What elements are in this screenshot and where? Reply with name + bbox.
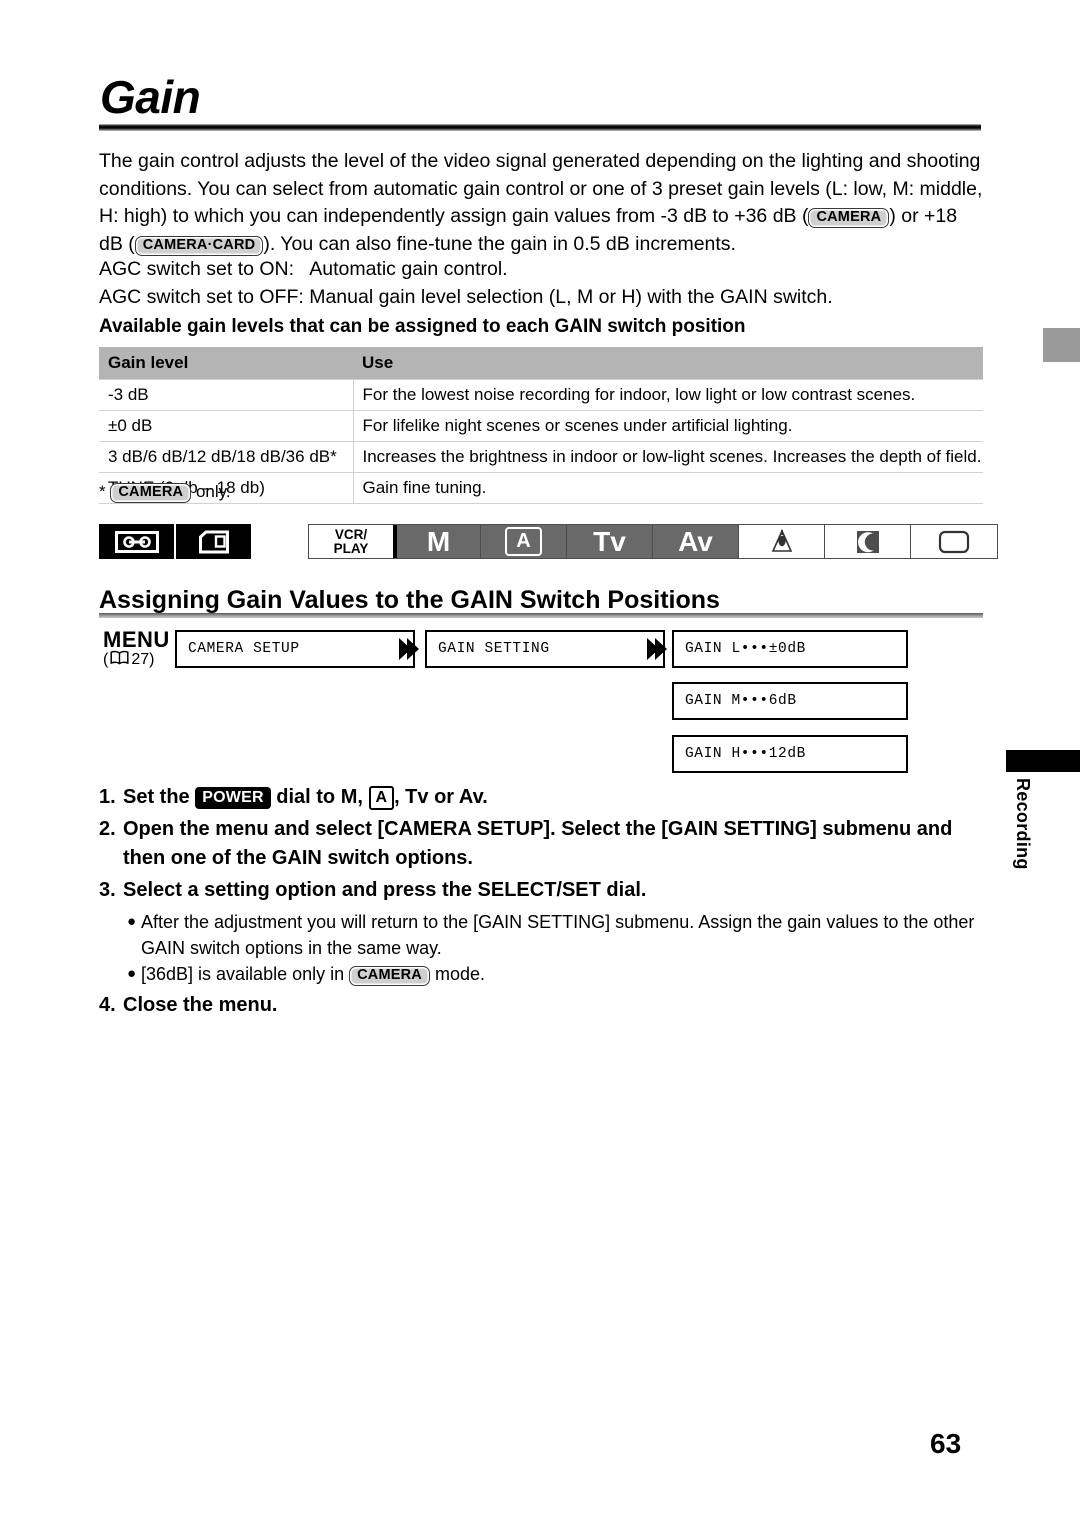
cell-gain-level: -3 dB — [99, 379, 353, 411]
step-1-text-a: Set the — [123, 786, 190, 808]
step-4-number: 4. — [99, 994, 116, 1016]
flow-arrow-icon — [407, 638, 419, 660]
mode-easy — [911, 525, 997, 558]
mode-a-label: A — [505, 527, 542, 556]
cell-use: For the lowest noise recording for indoo… — [352, 379, 983, 411]
cell-gain-level: ±0 dB — [99, 410, 353, 442]
intro-text-part3: ). You can also fine-tune the gain in 0.… — [263, 232, 736, 255]
card-icon — [174, 524, 251, 559]
camera-badge: CAMERA — [808, 208, 890, 228]
step-3-number: 3. — [99, 879, 116, 901]
agc-on-line: AGC switch set to ON: Automatic gain con… — [99, 258, 508, 280]
section-tab-marker — [1006, 750, 1080, 772]
agc-off-line: AGC switch set to OFF: Manual gain level… — [99, 286, 833, 308]
gain-levels-table: Gain level Use -3 dB For the lowest nois… — [99, 347, 983, 504]
bullet-2-text: [36dB] is available only in CAMERA mode. — [141, 961, 485, 987]
mode-tv: Tv — [567, 525, 653, 558]
step-1: 1. Set the POWER dial to M, A, Tv or Av. — [99, 783, 983, 812]
step-2: 2. Open the menu and select [CAMERA SETU… — [99, 815, 983, 873]
mode-spotlight — [739, 525, 825, 558]
cell-use: Gain fine tuning. — [352, 472, 983, 504]
menu-box-gain-l[interactable]: GAIN L•••±0dB — [672, 630, 908, 668]
mode-vcr-play: VCR/ PLAY — [309, 525, 397, 558]
menu-box-gain-h[interactable]: GAIN H•••12dB — [672, 735, 908, 773]
table-heading: Available gain levels that can be assign… — [99, 316, 746, 337]
agc-description: AGC switch set to ON: Automatic gain con… — [99, 255, 983, 311]
step-3: 3. Select a setting option and press the… — [99, 876, 983, 905]
page-title: Gain — [100, 71, 201, 123]
power-badge: POWER — [195, 787, 271, 809]
bullet-dot-icon: ● — [127, 965, 137, 982]
table-row: ±0 dB For lifelike night scenes or scene… — [99, 410, 983, 442]
bullet-dot-icon: ● — [127, 913, 137, 930]
instruction-steps: 1. Set the POWER dial to M, A, Tv or Av.… — [99, 783, 983, 1023]
cell-use: For lifelike night scenes or scenes unde… — [352, 410, 983, 442]
mode-indicator-bar: VCR/ PLAY M A Tv Av — [308, 524, 998, 559]
step-4-text: Close the menu. — [123, 994, 278, 1016]
intro-paragraph: The gain control adjusts the level of th… — [99, 148, 983, 258]
section-tab-label: Recording — [1013, 778, 1033, 870]
step-1-text-b: dial to M, — [276, 786, 363, 808]
mode-m: M — [397, 525, 481, 558]
book-icon — [110, 650, 129, 670]
menu-box-gain-setting[interactable]: GAIN SETTING — [425, 630, 665, 668]
step-3-text: Select a setting option and press the SE… — [123, 879, 647, 901]
bullet-2-text-a: [36dB] is available only in — [141, 964, 345, 984]
manual-page: Gain The gain control adjusts the level … — [0, 0, 1080, 1526]
chapter-tab-marker — [1043, 328, 1080, 362]
column-header-use: Use — [353, 347, 983, 380]
flow-arrow-icon — [655, 638, 667, 660]
cell-use: Increases the brightness in indoor or lo… — [352, 441, 983, 473]
list-item: ● After the adjustment you will return t… — [99, 909, 983, 961]
cell-gain-level: 3 dB/6 dB/12 dB/18 dB/36 dB* — [99, 441, 353, 473]
column-header-gain-level: Gain level — [99, 347, 353, 380]
bullet-1-text: After the adjustment you will return to … — [141, 912, 975, 958]
mode-a-badge: A — [368, 786, 395, 810]
menu-box-camera-setup[interactable]: CAMERA SETUP — [175, 630, 415, 668]
step-4: 4. Close the menu. — [99, 991, 983, 1020]
step-1-text: Set the POWER dial to M, A, Tv or Av. — [123, 783, 983, 812]
step-1-text-c: , Tv or Av. — [394, 786, 488, 808]
list-item: ● [36dB] is available only in CAMERA mod… — [99, 961, 983, 987]
table-footnote: * CAMERA only. — [99, 482, 231, 503]
page-number: 63 — [930, 1428, 962, 1459]
step-3-notes: ● After the adjustment you will return t… — [99, 909, 983, 987]
vcr-line2: PLAY — [333, 540, 369, 556]
title-rule — [99, 124, 981, 131]
bullet-2-text-b: mode. — [435, 964, 486, 984]
camera-badge: CAMERA — [110, 483, 192, 503]
camera-card-badge: CAMERA·CARD — [134, 235, 264, 256]
mode-night — [825, 525, 911, 558]
camera-badge: CAMERA — [349, 966, 430, 986]
step-1-number: 1. — [99, 786, 116, 808]
section-rule — [99, 613, 983, 618]
section-heading: Assigning Gain Values to the GAIN Switch… — [99, 586, 720, 614]
vcr-line1: VCR/ — [334, 526, 368, 542]
mode-a: A — [481, 525, 567, 558]
menu-ref-page: 27) — [131, 651, 155, 668]
media-type-indicator — [99, 524, 251, 559]
step-2-number: 2. — [99, 818, 116, 840]
tape-icon — [99, 524, 174, 559]
menu-page-reference: ( 27) — [103, 650, 154, 670]
menu-box-gain-m[interactable]: GAIN M•••6dB — [672, 682, 908, 720]
mode-av: Av — [653, 525, 739, 558]
table-row: -3 dB For the lowest noise recording for… — [99, 379, 983, 411]
menu-ref-open: ( — [103, 651, 109, 668]
table-row: 3 dB/6 dB/12 dB/18 dB/36 dB* Increases t… — [99, 441, 983, 473]
step-2-text: Open the menu and select [CAMERA SETUP].… — [123, 818, 953, 869]
table-row: TUNE (0 db – 18 db) Gain fine tuning. — [99, 472, 983, 504]
footnote-asterisk: * — [99, 482, 106, 501]
table-header-row: Gain level Use — [99, 347, 983, 380]
footnote-text: only. — [195, 482, 231, 501]
